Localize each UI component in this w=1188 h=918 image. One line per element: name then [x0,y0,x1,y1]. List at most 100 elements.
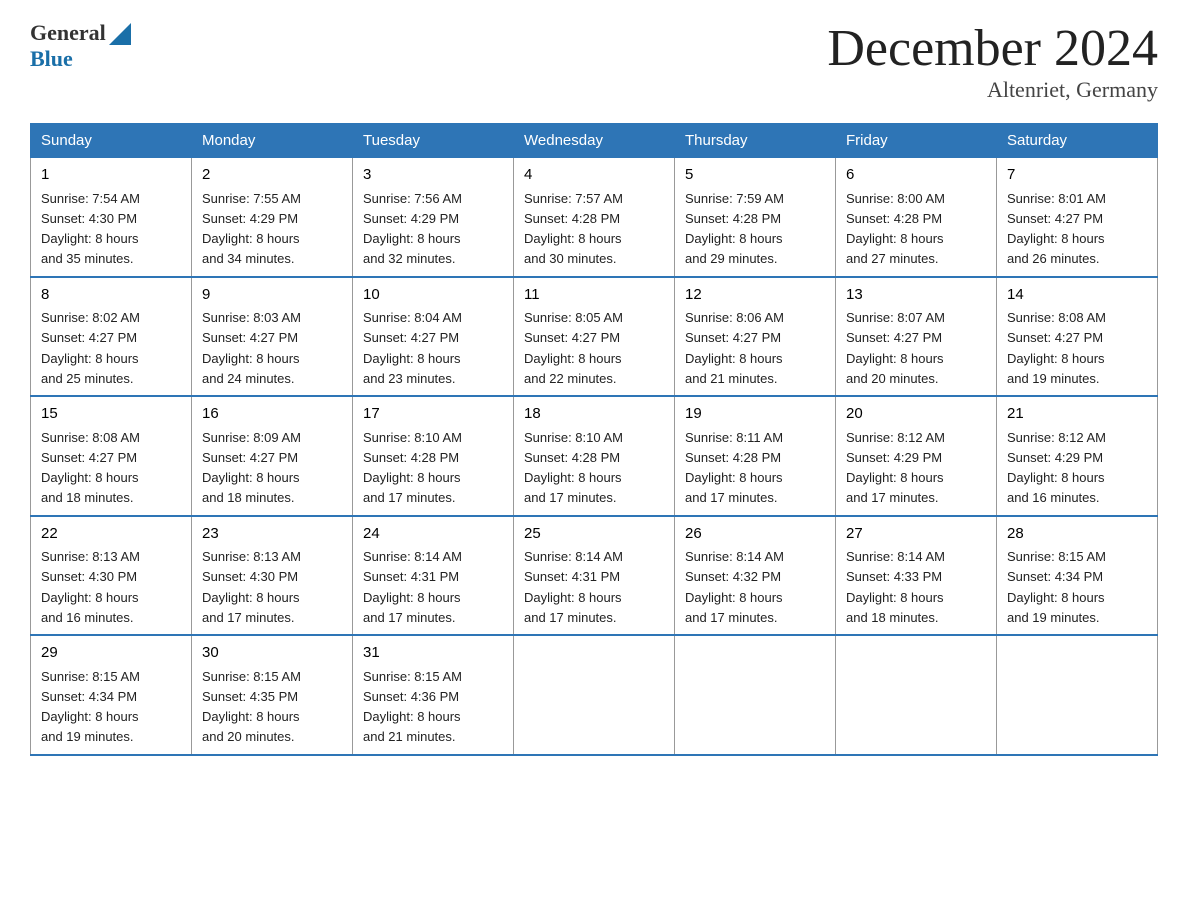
week-row-3: 15 Sunrise: 8:08 AMSunset: 4:27 PMDayligh… [31,396,1158,516]
month-title: December 2024 [827,20,1158,77]
day-info: Sunrise: 8:10 AMSunset: 4:28 PMDaylight:… [524,430,623,506]
calendar-cell: 13 Sunrise: 8:07 AMSunset: 4:27 PMDayligh… [836,277,997,397]
day-info: Sunrise: 8:00 AMSunset: 4:28 PMDaylight:… [846,191,945,267]
calendar-cell: 27 Sunrise: 8:14 AMSunset: 4:33 PMDayligh… [836,516,997,636]
weekday-header-monday: Monday [192,124,353,158]
day-number: 16 [202,403,342,426]
day-info: Sunrise: 8:07 AMSunset: 4:27 PMDaylight:… [846,310,945,386]
day-info: Sunrise: 7:55 AMSunset: 4:29 PMDaylight:… [202,191,301,267]
day-info: Sunrise: 8:13 AMSunset: 4:30 PMDaylight:… [41,549,140,625]
location: Altenriet, Germany [827,77,1158,103]
calendar-cell: 15 Sunrise: 8:08 AMSunset: 4:27 PMDayligh… [31,396,192,516]
day-number: 8 [41,284,181,307]
calendar-cell: 18 Sunrise: 8:10 AMSunset: 4:28 PMDayligh… [514,396,675,516]
day-number: 4 [524,164,664,187]
day-number: 23 [202,523,342,546]
day-info: Sunrise: 8:14 AMSunset: 4:32 PMDaylight:… [685,549,784,625]
calendar-cell: 31Sunrise: 8:15 AMSunset: 4:36 PMDayligh… [353,635,514,755]
calendar-cell: 12 Sunrise: 8:06 AMSunset: 4:27 PMDayligh… [675,277,836,397]
page-header: General Blue December 2024 Altenriet, Ge… [30,20,1158,103]
day-number: 17 [363,403,503,426]
calendar-cell: 2 Sunrise: 7:55 AMSunset: 4:29 PMDaylight… [192,158,353,277]
calendar-cell: 16Sunrise: 8:09 AMSunset: 4:27 PMDayligh… [192,396,353,516]
day-number: 25 [524,523,664,546]
calendar-cell: 7 Sunrise: 8:01 AMSunset: 4:27 PMDaylight… [997,158,1158,277]
day-number: 22 [41,523,181,546]
calendar-cell: 20Sunrise: 8:12 AMSunset: 4:29 PMDayligh… [836,396,997,516]
day-number: 26 [685,523,825,546]
day-info: Sunrise: 8:08 AMSunset: 4:27 PMDaylight:… [1007,310,1106,386]
calendar-cell: 30 Sunrise: 8:15 AMSunset: 4:35 PMDayligh… [192,635,353,755]
calendar-cell: 8 Sunrise: 8:02 AMSunset: 4:27 PMDaylight… [31,277,192,397]
day-number: 3 [363,164,503,187]
day-number: 18 [524,403,664,426]
day-number: 12 [685,284,825,307]
weekday-header-row: SundayMondayTuesdayWednesdayThursdayFrid… [31,124,1158,158]
day-info: Sunrise: 8:12 AMSunset: 4:29 PMDaylight:… [846,430,945,506]
calendar-cell: 19Sunrise: 8:11 AMSunset: 4:28 PMDayligh… [675,396,836,516]
day-number: 27 [846,523,986,546]
day-info: Sunrise: 8:15 AMSunset: 4:34 PMDaylight:… [41,669,140,745]
calendar-cell: 22 Sunrise: 8:13 AMSunset: 4:30 PMDayligh… [31,516,192,636]
day-info: Sunrise: 8:14 AMSunset: 4:31 PMDaylight:… [524,549,623,625]
calendar-cell: 25 Sunrise: 8:14 AMSunset: 4:31 PMDayligh… [514,516,675,636]
day-number: 5 [685,164,825,187]
day-number: 6 [846,164,986,187]
day-info: Sunrise: 7:54 AMSunset: 4:30 PMDaylight:… [41,191,140,267]
logo-general-text: General [30,20,106,46]
day-info: Sunrise: 8:15 AMSunset: 4:35 PMDaylight:… [202,669,301,745]
calendar-cell: 29 Sunrise: 8:15 AMSunset: 4:34 PMDayligh… [31,635,192,755]
day-number: 28 [1007,523,1147,546]
calendar-cell: 26 Sunrise: 8:14 AMSunset: 4:32 PMDayligh… [675,516,836,636]
title-block: December 2024 Altenriet, Germany [827,20,1158,103]
week-row-2: 8 Sunrise: 8:02 AMSunset: 4:27 PMDaylight… [31,277,1158,397]
calendar-cell: 1Sunrise: 7:54 AMSunset: 4:30 PMDaylight… [31,158,192,277]
day-info: Sunrise: 8:10 AMSunset: 4:28 PMDaylight:… [363,430,462,506]
day-info: Sunrise: 7:59 AMSunset: 4:28 PMDaylight:… [685,191,784,267]
calendar-cell: 24 Sunrise: 8:14 AMSunset: 4:31 PMDayligh… [353,516,514,636]
day-number: 29 [41,642,181,665]
calendar-cell: 14 Sunrise: 8:08 AMSunset: 4:27 PMDayligh… [997,277,1158,397]
calendar-cell: 3Sunrise: 7:56 AMSunset: 4:29 PMDaylight… [353,158,514,277]
day-number: 10 [363,284,503,307]
day-number: 2 [202,164,342,187]
calendar-cell [997,635,1158,755]
logo-triangle-icon [109,19,131,45]
calendar-cell: 6 Sunrise: 8:00 AMSunset: 4:28 PMDaylight… [836,158,997,277]
logo: General Blue [30,20,131,72]
logo-blue-text: Blue [30,46,131,72]
day-number: 15 [41,403,181,426]
day-number: 13 [846,284,986,307]
day-number: 31 [363,642,503,665]
day-number: 7 [1007,164,1147,187]
calendar-cell [675,635,836,755]
day-number: 11 [524,284,664,307]
calendar-cell: 23Sunrise: 8:13 AMSunset: 4:30 PMDayligh… [192,516,353,636]
day-number: 30 [202,642,342,665]
weekday-header-wednesday: Wednesday [514,124,675,158]
day-number: 14 [1007,284,1147,307]
day-info: Sunrise: 8:02 AMSunset: 4:27 PMDaylight:… [41,310,140,386]
weekday-header-friday: Friday [836,124,997,158]
day-info: Sunrise: 8:01 AMSunset: 4:27 PMDaylight:… [1007,191,1106,267]
weekday-header-thursday: Thursday [675,124,836,158]
day-info: Sunrise: 8:14 AMSunset: 4:31 PMDaylight:… [363,549,462,625]
weekday-header-saturday: Saturday [997,124,1158,158]
calendar-cell: 28 Sunrise: 8:15 AMSunset: 4:34 PMDayligh… [997,516,1158,636]
day-info: Sunrise: 7:57 AMSunset: 4:28 PMDaylight:… [524,191,623,267]
day-info: Sunrise: 8:04 AMSunset: 4:27 PMDaylight:… [363,310,462,386]
day-info: Sunrise: 8:08 AMSunset: 4:27 PMDaylight:… [41,430,140,506]
day-number: 9 [202,284,342,307]
day-info: Sunrise: 8:06 AMSunset: 4:27 PMDaylight:… [685,310,784,386]
calendar-cell: 17 Sunrise: 8:10 AMSunset: 4:28 PMDayligh… [353,396,514,516]
week-row-1: 1Sunrise: 7:54 AMSunset: 4:30 PMDaylight… [31,158,1158,277]
calendar-cell: 5 Sunrise: 7:59 AMSunset: 4:28 PMDaylight… [675,158,836,277]
day-info: Sunrise: 8:12 AMSunset: 4:29 PMDaylight:… [1007,430,1106,506]
day-number: 19 [685,403,825,426]
day-info: Sunrise: 8:14 AMSunset: 4:33 PMDaylight:… [846,549,945,625]
week-row-4: 22 Sunrise: 8:13 AMSunset: 4:30 PMDayligh… [31,516,1158,636]
day-number: 24 [363,523,503,546]
day-number: 21 [1007,403,1147,426]
day-info: Sunrise: 8:15 AMSunset: 4:34 PMDaylight:… [1007,549,1106,625]
weekday-header-sunday: Sunday [31,124,192,158]
